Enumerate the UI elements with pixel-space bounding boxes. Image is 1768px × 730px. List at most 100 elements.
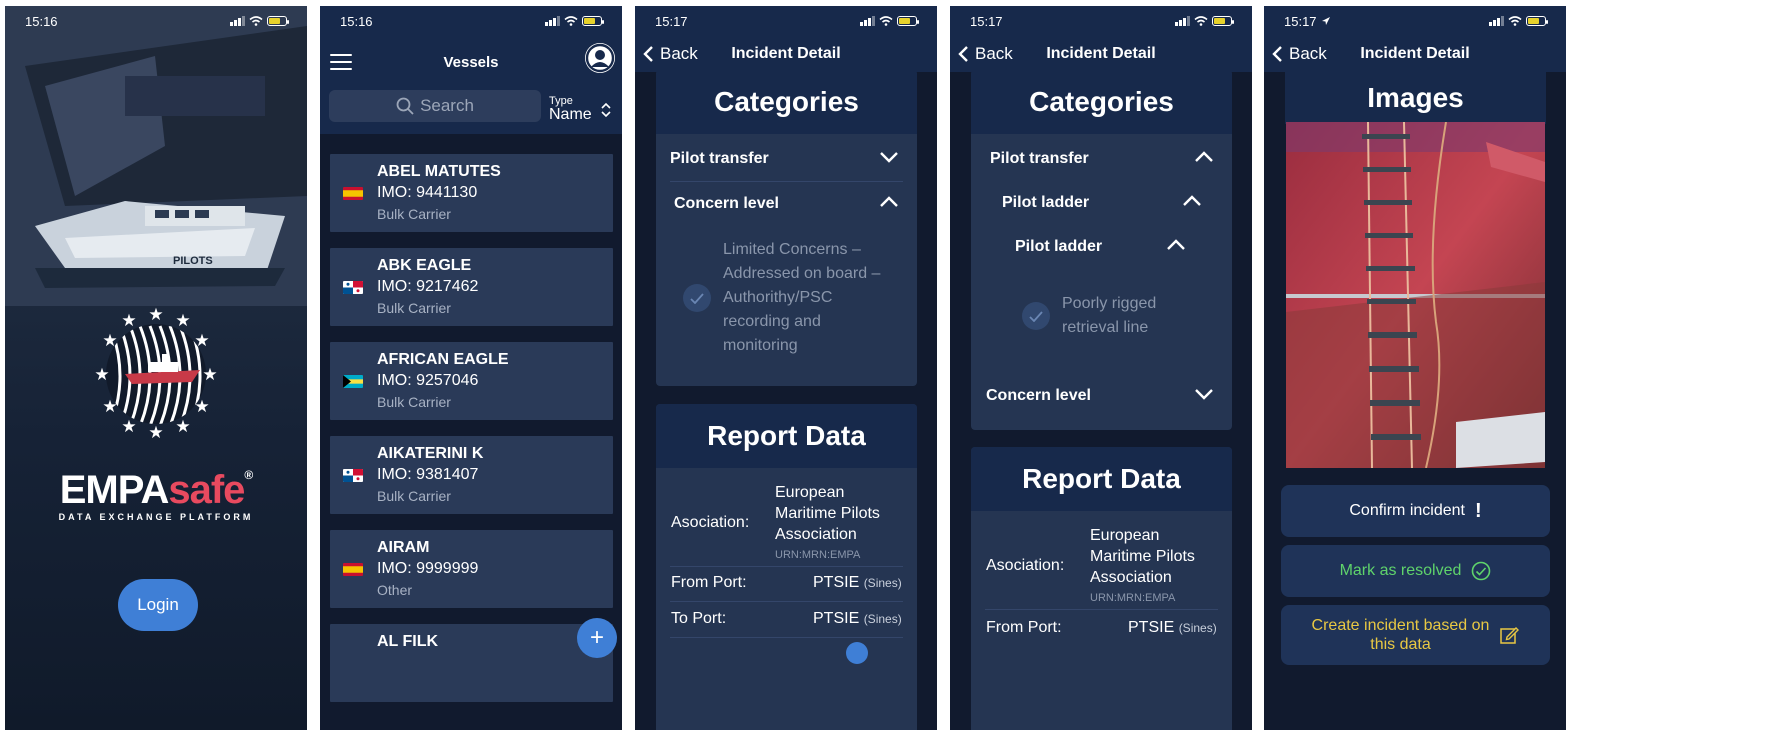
battery-icon [897, 16, 919, 26]
concern-level-label: Concern level [674, 195, 779, 212]
vessel-type: Bulk Carrier [377, 206, 451, 222]
check-circle-icon [1472, 561, 1491, 581]
add-vessel-button[interactable]: + [577, 618, 617, 658]
login-screen: PILOTS 15:16 ★ ★ ★ ★ ★ ★ ★ ★ ★ ★ ★ ★ EMP… [5, 6, 307, 730]
report-data-title: Report Data [656, 404, 917, 468]
create-incident-button[interactable]: Create incident based on this data [1281, 605, 1550, 665]
pilot-ladder-row[interactable]: Pilot ladder [971, 181, 1232, 225]
report-data-title: Report Data [971, 447, 1232, 511]
to-port-value: PTSIE (Sines) [813, 610, 902, 627]
back-button[interactable]: Back [1272, 44, 1327, 64]
status-bar: 15:17 [950, 6, 1252, 36]
back-label: Back [1289, 44, 1327, 63]
back-label: Back [660, 44, 698, 63]
chevron-left-icon [1272, 46, 1282, 62]
vessel-imo: IMO: 9257046 [377, 372, 479, 389]
sort-selector[interactable]: Type Name [549, 96, 592, 123]
chevron-up-icon [880, 196, 898, 207]
vessel-name: ABEL MATUTES [377, 163, 501, 180]
vessel-card[interactable]: ABEL MATUTES IMO: 9441130 Bulk Carrier [330, 154, 613, 232]
registered-mark: ® [244, 468, 253, 482]
concern-level-row[interactable]: Concern level [971, 374, 1232, 418]
nav-bar: Back Incident Detail [635, 36, 937, 72]
page-title: Vessels [443, 54, 499, 71]
signal-icon [230, 16, 245, 26]
back-button[interactable]: Back [643, 44, 698, 64]
confirm-incident-label: Confirm incident [1349, 502, 1465, 519]
clock: 15:17 [970, 13, 1003, 29]
location-arrow-icon [1321, 17, 1330, 25]
vessel-imo: IMO: 9217462 [377, 278, 479, 295]
chevron-up-icon [1167, 239, 1185, 250]
svg-text:★: ★ [148, 305, 163, 325]
chevron-down-icon [880, 152, 898, 163]
mark-resolved-button[interactable]: Mark as resolved [1281, 545, 1550, 597]
signal-icon [545, 16, 560, 26]
avatar[interactable] [585, 43, 615, 73]
vessel-card[interactable]: ABK EAGLE IMO: 9217462 Bulk Carrier [330, 248, 613, 326]
concern-level-row[interactable]: Concern level [656, 182, 917, 226]
check-icon[interactable] [1022, 302, 1050, 330]
pilot-transfer-row[interactable]: Pilot transfer [656, 137, 917, 181]
search-icon [396, 97, 414, 115]
from-port-value: PTSIE (Sines) [813, 574, 902, 591]
svg-text:★: ★ [121, 311, 136, 331]
ship-background-image: PILOTS [5, 6, 307, 306]
vessel-card[interactable]: AIRAM IMO: 9999999 Other [330, 530, 613, 608]
svg-text:★: ★ [121, 417, 136, 437]
sort-chevrons-icon[interactable] [600, 102, 612, 118]
vessel-card[interactable]: AIKATERINI K IMO: 9381407 Bulk Carrier [330, 436, 613, 514]
svg-text:★: ★ [94, 365, 109, 385]
vessels-screen: 15:16 Vessels Search Type Name ABEL MATU… [320, 6, 622, 730]
search-input[interactable]: Search [329, 90, 541, 122]
association-value: European Maritime Pilots Association [775, 484, 880, 543]
from-port-label: From Port: [986, 619, 1062, 636]
pilot-ladder-photo[interactable] [1286, 122, 1545, 468]
from-port-label: From Port: [671, 574, 747, 591]
association-urn: URN:MRN:EMPA [775, 549, 861, 561]
user-icon [585, 43, 615, 73]
vessel-type: Other [377, 582, 413, 598]
back-label: Back [975, 44, 1013, 63]
vessel-list: ABEL MATUTES IMO: 9441130 Bulk Carrier A… [330, 154, 613, 718]
chevron-up-icon [1183, 195, 1201, 206]
pilot-transfer-row[interactable]: Pilot transfer [971, 137, 1232, 181]
check-icon[interactable] [683, 284, 711, 312]
vessel-card[interactable]: AL FILK [330, 624, 613, 702]
nav-bar: Back Incident Detail [1264, 36, 1566, 72]
signal-icon [1175, 16, 1190, 26]
association-label: Asociation: [671, 514, 750, 531]
clock: 15:17 [655, 13, 688, 29]
exclamation-icon: ! [1474, 499, 1482, 522]
pilot-transfer-label: Pilot transfer [670, 150, 769, 167]
vessel-type: Bulk Carrier [377, 488, 451, 504]
back-button[interactable]: Back [958, 44, 1013, 64]
confirm-incident-button[interactable]: Confirm incident ! [1281, 485, 1550, 537]
from-port-value: PTSIE (Sines) [1128, 619, 1217, 636]
boat-label: PILOTS [173, 255, 213, 267]
bahamas-flag-icon [343, 375, 363, 388]
nav-bar: Back Incident Detail [950, 36, 1252, 72]
vessel-imo: IMO: 9381407 [377, 466, 479, 483]
clock: 15:16 [340, 13, 373, 29]
battery-icon [582, 16, 604, 26]
svg-text:★: ★ [102, 331, 117, 351]
incident-detail-expanded-screen: 15:17 Back Incident Detail Categories Pi… [950, 6, 1252, 730]
vessel-name: ABK EAGLE [377, 257, 472, 274]
battery-icon [1212, 16, 1234, 26]
association-value: European Maritime Pilots Association [1090, 527, 1195, 586]
toggle-indicator[interactable] [846, 642, 868, 664]
pilot-ladder-sub-label: Pilot ladder [1015, 238, 1103, 255]
wifi-icon [1508, 16, 1522, 26]
categories-title: Categories [971, 70, 1232, 134]
vessel-imo: IMO: 9999999 [377, 560, 479, 577]
pilot-ladder-label: Pilot ladder [1002, 194, 1090, 211]
chevron-up-icon [1195, 151, 1213, 162]
signal-icon [1489, 16, 1504, 26]
wifi-icon [1194, 16, 1208, 26]
issue-description: Poorly rigged retrieval line [1062, 295, 1157, 336]
pilot-ladder-subrow[interactable]: Pilot ladder [971, 225, 1232, 269]
wifi-icon [879, 16, 893, 26]
login-button[interactable]: Login [118, 579, 198, 631]
vessel-card[interactable]: AFRICAN EAGLE IMO: 9257046 Bulk Carrier [330, 342, 613, 420]
